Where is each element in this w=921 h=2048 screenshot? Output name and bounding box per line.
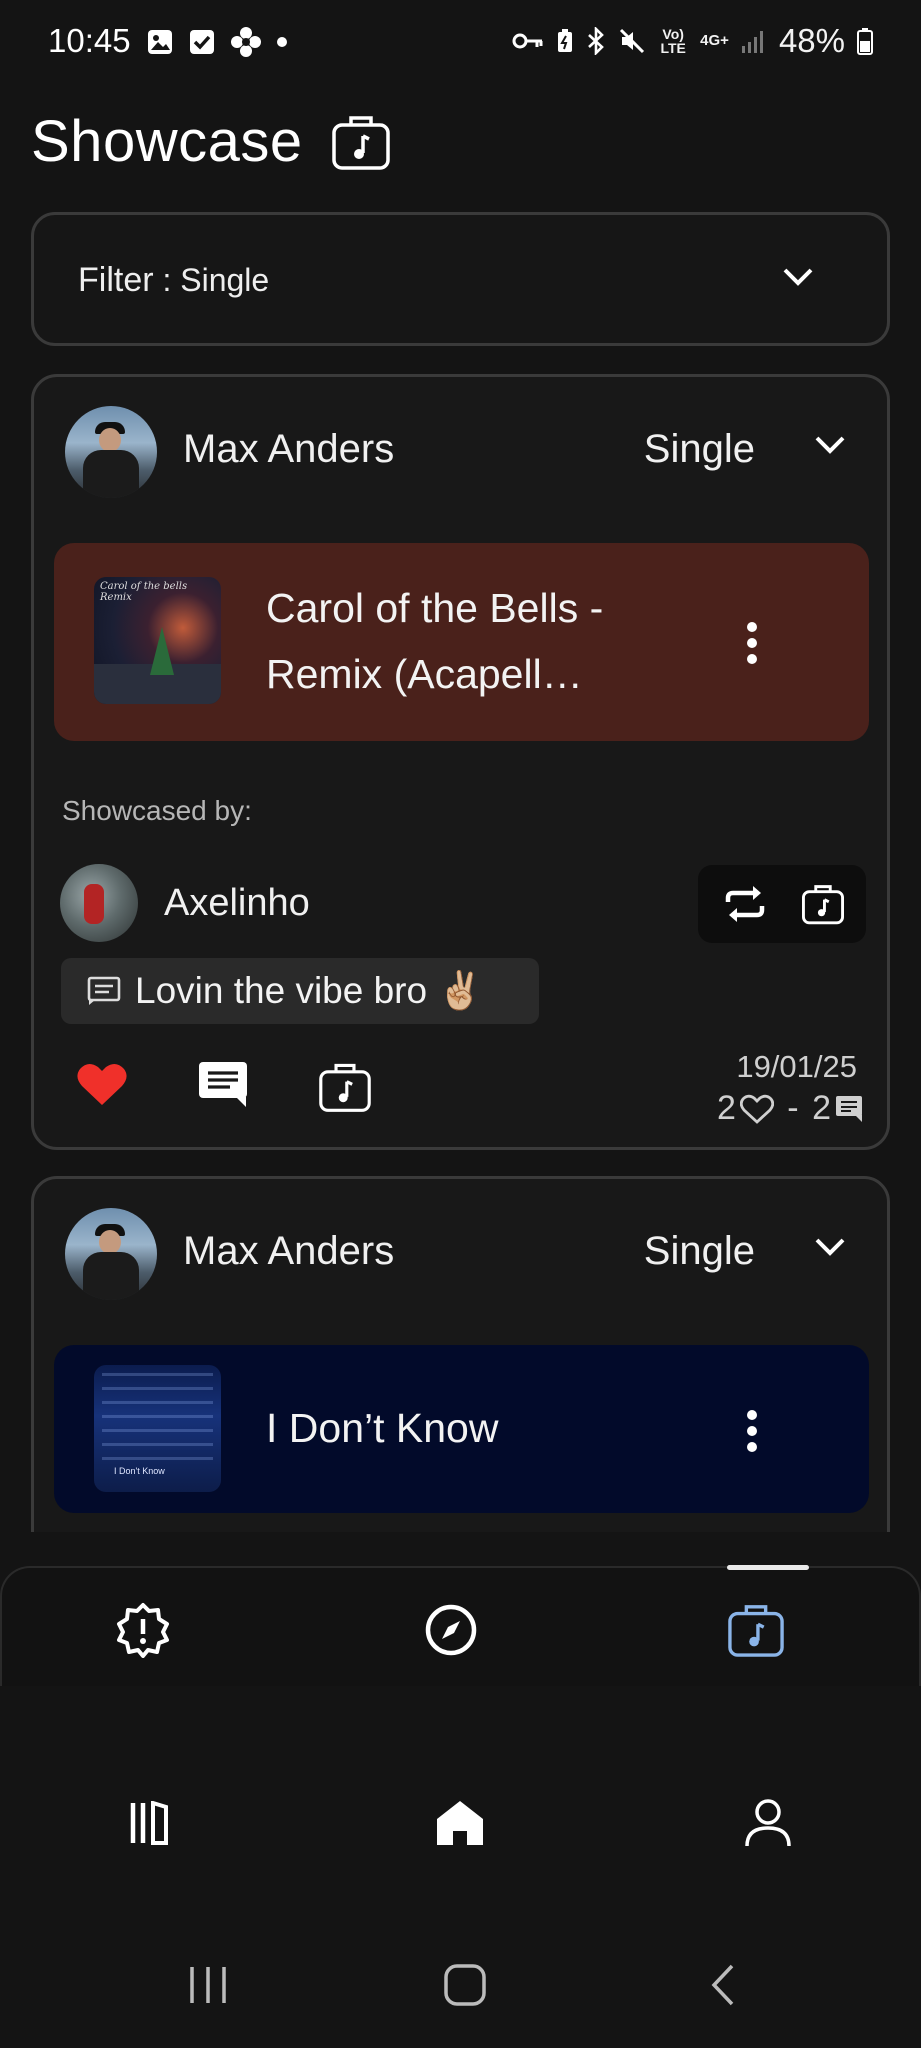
comment-icon — [836, 1095, 862, 1122]
post-author-name[interactable]: Max Anders — [183, 427, 394, 472]
checkbox-notification-icon — [190, 30, 214, 54]
stats-separator: - — [777, 1089, 809, 1127]
active-tab-indicator — [727, 1565, 809, 1570]
more-options-icon[interactable] — [745, 621, 759, 665]
author-avatar[interactable] — [65, 1208, 157, 1300]
post-release-type: Single — [643, 1229, 755, 1273]
showcase-comment: Lovin the vibe bro ✌🏼 — [61, 958, 539, 1024]
nav-home[interactable] — [430, 1793, 490, 1853]
network-type: 4G+ — [700, 32, 729, 49]
comment-icon — [87, 976, 121, 1005]
tab-alerts[interactable] — [113, 1600, 173, 1660]
track-title: I Don’t Know — [266, 1405, 499, 1451]
author-avatar[interactable] — [65, 406, 157, 498]
back-chevron-icon — [711, 1964, 734, 2006]
cover-caption: I Don't Know — [114, 1466, 165, 1476]
post-author-name[interactable]: Max Anders — [183, 1229, 394, 1274]
tab-explore[interactable] — [421, 1600, 481, 1660]
showcase-actions — [698, 865, 866, 943]
filter-label: Filter — [78, 261, 154, 299]
tab-showcase[interactable] — [726, 1600, 786, 1660]
battery-percentage: 48% — [778, 22, 845, 59]
status-bar: 10:45 Vo) LTE 4G+ 48% — [0, 0, 921, 88]
showcaser-avatar[interactable] — [60, 864, 138, 942]
showcase-post: Max Anders Single I Don't Know I Don’t K… — [31, 1176, 890, 1532]
system-home-button[interactable] — [435, 1955, 495, 2015]
chevron-down-icon[interactable] — [813, 433, 847, 457]
chevron-down-icon — [783, 268, 813, 286]
battery-icon — [857, 28, 873, 55]
alert-badge-icon — [117, 1603, 169, 1658]
system-back-button[interactable] — [692, 1955, 752, 2015]
mute-icon — [620, 28, 645, 54]
filter-value: Single — [180, 262, 270, 298]
track-cover-art: I Don't Know — [94, 1365, 221, 1492]
showcased-by-label: Showcased by: — [62, 795, 252, 826]
track-card[interactable]: Carol of the bells Remix Carol of the Be… — [54, 543, 869, 741]
library-icon — [130, 1801, 168, 1845]
post-stats: 2 - 2 — [717, 1089, 863, 1128]
comments-count: 2 — [812, 1089, 831, 1127]
showcaser-name[interactable]: Axelinho — [164, 882, 310, 925]
home-icon — [437, 1801, 483, 1845]
showcase-feed[interactable]: Max Anders Single Carol of the bells Rem… — [0, 372, 921, 1532]
chevron-down-icon[interactable] — [813, 1235, 847, 1259]
nav-library[interactable] — [122, 1793, 182, 1853]
home-outline-icon — [444, 1964, 486, 2006]
flower-notification-icon — [231, 27, 261, 57]
filter-separator: : — [153, 262, 181, 298]
status-time: 10:45 — [48, 22, 131, 59]
page-header: Showcase — [31, 108, 391, 175]
track-cover-art: Carol of the bells Remix — [94, 577, 221, 704]
vpn-key-icon — [512, 33, 543, 49]
signal-strength-icon — [741, 31, 763, 53]
nav-profile[interactable] — [738, 1793, 798, 1853]
repost-icon[interactable] — [720, 884, 770, 924]
heart-outline-icon — [739, 1094, 774, 1124]
post-date: 19/01/25 — [736, 1049, 857, 1084]
gallery-notification-icon — [148, 30, 172, 54]
music-briefcase-icon — [331, 115, 390, 170]
recents-icon — [190, 1967, 226, 2003]
heart-icon[interactable] — [76, 1061, 128, 1107]
more-notifications-dot-icon — [277, 37, 287, 47]
track-title: Carol of the Bells - Remix (Acapell… — [266, 585, 604, 697]
track-card[interactable]: I Don't Know I Don’t Know — [54, 1345, 869, 1513]
cover-caption: Carol of the bells Remix — [100, 581, 188, 603]
bluetooth-icon — [588, 27, 605, 55]
page-title: Showcase — [31, 109, 303, 174]
volte-indicator: Vo) LTE — [660, 26, 686, 56]
music-briefcase-icon — [728, 1605, 784, 1657]
music-briefcase-icon[interactable] — [318, 1061, 372, 1113]
system-recents-button[interactable] — [178, 1955, 238, 2015]
music-briefcase-icon[interactable] — [801, 883, 845, 925]
comment-icon[interactable] — [198, 1061, 248, 1109]
filter-dropdown[interactable]: Filter : Single — [31, 212, 890, 346]
profile-icon — [745, 1799, 791, 1847]
likes-count: 2 — [716, 1089, 736, 1127]
more-options-icon[interactable] — [745, 1409, 759, 1453]
showcase-post: Max Anders Single Carol of the bells Rem… — [31, 374, 890, 1150]
comment-text: Lovin the vibe bro ✌🏼 — [135, 969, 484, 1011]
battery-saver-icon — [558, 29, 573, 52]
compass-icon — [425, 1604, 477, 1656]
post-release-type: Single — [643, 427, 755, 471]
